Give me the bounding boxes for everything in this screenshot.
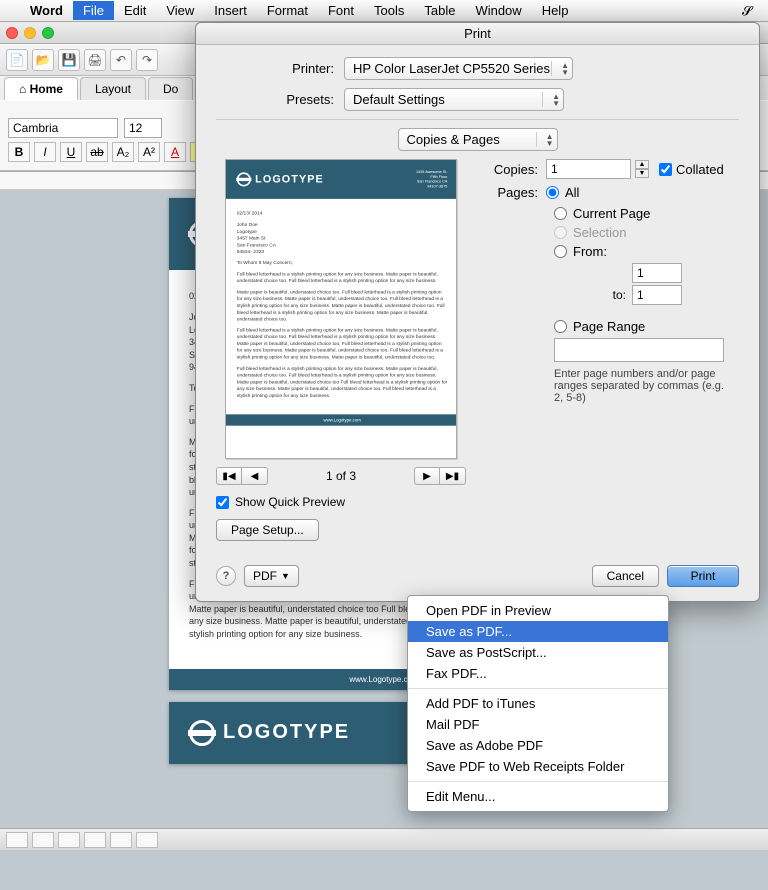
printer-label: Printer: <box>216 61 344 76</box>
from-input[interactable] <box>632 263 682 283</box>
print-button[interactable]: Print <box>667 565 739 587</box>
script-menu-icon[interactable]: 𝓢 <box>734 3 760 19</box>
ribbon-tab-layout[interactable]: Layout <box>80 77 146 100</box>
menu-format[interactable]: Format <box>257 1 318 20</box>
radio-page-range[interactable]: Page Range <box>554 319 739 334</box>
to-input[interactable] <box>632 285 682 305</box>
presets-label: Presets: <box>216 92 344 107</box>
statusbar <box>0 828 768 850</box>
to-label: to: <box>586 288 626 302</box>
open-icon[interactable]: 📂 <box>32 49 54 71</box>
first-page-button[interactable]: ▮◀ <box>216 467 242 485</box>
page-range-hint: Enter page numbers and/or page ranges se… <box>554 368 734 404</box>
pdf-menu-item[interactable]: Save as PDF... <box>408 621 668 642</box>
pdf-menu-item[interactable]: Add PDF to iTunes <box>408 693 668 714</box>
subscript-button[interactable]: A₂ <box>112 142 134 162</box>
view-focus-icon[interactable] <box>136 832 158 848</box>
font-size-select[interactable]: 12 <box>124 118 162 138</box>
menu-app[interactable]: Word <box>20 1 73 20</box>
pages-label: Pages: <box>486 185 546 200</box>
menubar: Word FileEditViewInsertFormatFontToolsTa… <box>0 0 768 22</box>
menu-file[interactable]: File <box>73 1 114 20</box>
print-dialog: Print Printer: HP Color LaserJet CP5520 … <box>195 22 760 602</box>
strike-button[interactable]: ab <box>86 142 108 162</box>
menu-view[interactable]: View <box>156 1 204 20</box>
minimize-icon[interactable] <box>24 27 36 39</box>
show-preview-checkbox[interactable]: Show Quick Preview <box>216 495 466 509</box>
pdf-dropdown-button[interactable]: PDF ▼ <box>244 565 299 587</box>
pdf-dropdown-menu: Open PDF in PreviewSave as PDF...Save as… <box>407 595 669 812</box>
pdf-menu-item[interactable]: Fax PDF... <box>408 663 668 684</box>
pdf-menu-item[interactable]: Save as Adobe PDF <box>408 735 668 756</box>
page-range-input[interactable] <box>554 338 724 362</box>
preview-thumbnail: LOGOTYPE1435 Awesome St.Fifth FloorSan F… <box>225 159 457 459</box>
radio-selection: Selection <box>554 225 739 240</box>
prev-page-button[interactable]: ◀ <box>242 467 268 485</box>
pdf-menu-item[interactable]: Save PDF to Web Receipts Folder <box>408 756 668 777</box>
print-icon[interactable]: 🖨 <box>84 49 106 71</box>
presets-select[interactable]: Default Settings▲▼ <box>344 88 564 111</box>
bold-button[interactable]: B <box>8 142 30 162</box>
underline-button[interactable]: U <box>60 142 82 162</box>
save-icon[interactable]: 💾 <box>58 49 80 71</box>
undo-icon[interactable]: ↶ <box>110 49 132 71</box>
menu-table[interactable]: Table <box>414 1 465 20</box>
pdf-menu-item[interactable]: Save as PostScript... <box>408 642 668 663</box>
pdf-menu-item[interactable]: Open PDF in Preview <box>408 600 668 621</box>
menu-edit[interactable]: Edit <box>114 1 156 20</box>
zoom-icon[interactable] <box>42 27 54 39</box>
preview-pane: LOGOTYPE1435 Awesome St.Fifth FloorSan F… <box>216 159 466 541</box>
radio-from[interactable]: From: <box>554 244 739 259</box>
collated-checkbox[interactable]: Collated <box>659 162 724 177</box>
view-outline-icon[interactable] <box>32 832 54 848</box>
ribbon-tab-home[interactable]: ⌂ Home <box>4 77 78 100</box>
next-page-button[interactable]: ▶ <box>414 467 440 485</box>
close-icon[interactable] <box>6 27 18 39</box>
printer-select[interactable]: HP Color LaserJet CP5520 Series▲▼ <box>344 57 573 80</box>
font-color-button[interactable]: A <box>164 142 186 162</box>
section-select[interactable]: Copies & Pages▲▼ <box>398 128 558 151</box>
copies-stepper[interactable]: ▲▼ <box>635 160 649 178</box>
view-print-icon[interactable] <box>58 832 80 848</box>
view-notebook-icon[interactable] <box>110 832 132 848</box>
dialog-title: Print <box>196 23 759 45</box>
menu-insert[interactable]: Insert <box>204 1 257 20</box>
ribbon-tab-do[interactable]: Do <box>148 77 193 100</box>
copies-label: Copies: <box>486 162 546 177</box>
cancel-button[interactable]: Cancel <box>592 565 659 587</box>
radio-current-page[interactable]: Current Page <box>554 206 739 221</box>
radio-all[interactable]: All <box>546 185 579 200</box>
menu-window[interactable]: Window <box>465 1 531 20</box>
chevron-down-icon: ▼ <box>281 571 290 581</box>
menu-help[interactable]: Help <box>532 1 579 20</box>
superscript-button[interactable]: A² <box>138 142 160 162</box>
help-button[interactable]: ? <box>216 566 236 586</box>
redo-icon[interactable]: ↷ <box>136 49 158 71</box>
page-setup-button[interactable]: Page Setup... <box>216 519 319 541</box>
pdf-menu-item[interactable]: Mail PDF <box>408 714 668 735</box>
copies-input[interactable] <box>546 159 631 179</box>
view-publishing-icon[interactable] <box>84 832 106 848</box>
menu-font[interactable]: Font <box>318 1 364 20</box>
italic-button[interactable]: I <box>34 142 56 162</box>
view-normal-icon[interactable] <box>6 832 28 848</box>
new-doc-icon[interactable]: 📄 <box>6 49 28 71</box>
menu-tools[interactable]: Tools <box>364 1 414 20</box>
pdf-menu-item[interactable]: Edit Menu... <box>408 786 668 807</box>
font-name-select[interactable]: Cambria <box>8 118 118 138</box>
page-indicator: 1 of 3 <box>326 469 356 483</box>
last-page-button[interactable]: ▶▮ <box>440 467 466 485</box>
